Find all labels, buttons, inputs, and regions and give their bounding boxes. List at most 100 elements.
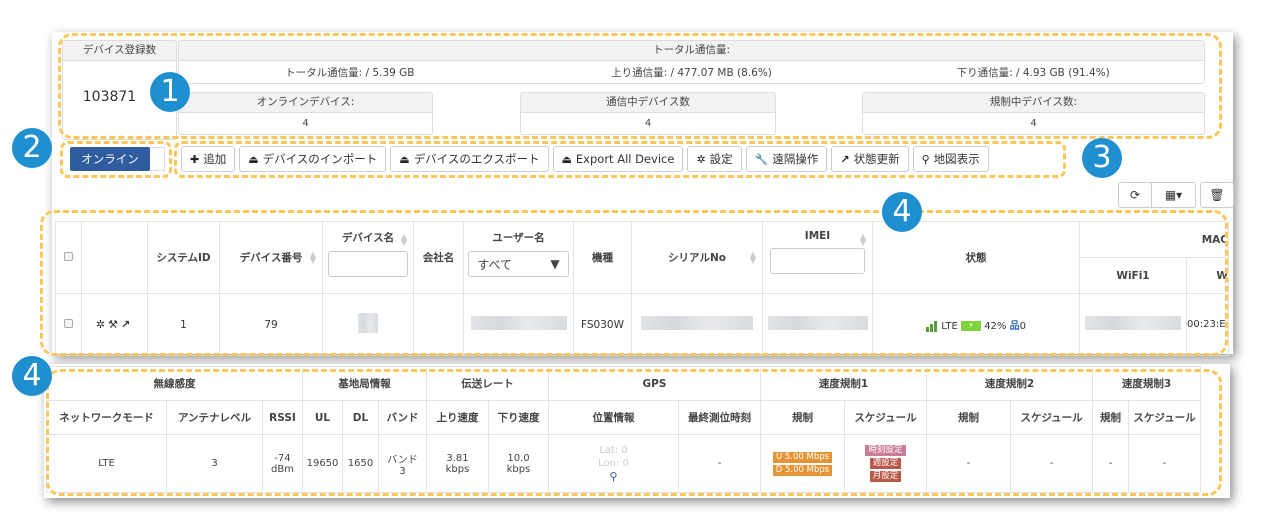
caret-down-icon: ▼ bbox=[550, 257, 560, 271]
online-devices-label: オンラインデバイス: bbox=[179, 93, 432, 113]
external-link-icon[interactable]: ↗ bbox=[121, 318, 133, 331]
select-all-checkbox[interactable] bbox=[64, 251, 73, 261]
band-label: バンド bbox=[387, 454, 418, 466]
communicating-devices-label: 通信中デバイス数 bbox=[521, 93, 775, 113]
device-no-header[interactable]: デバイス番号 ▲ ▼ bbox=[219, 221, 323, 294]
map-marker-icon[interactable]: ⚲ bbox=[549, 470, 678, 483]
serial-cell bbox=[631, 293, 763, 356]
schedule2-header: スケジュール bbox=[1010, 400, 1093, 435]
map-view-button[interactable]: ⚲ 地図表示 bbox=[912, 146, 989, 172]
refresh-button[interactable]: ⟳ bbox=[1118, 182, 1152, 208]
imei-filter[interactable] bbox=[769, 248, 866, 274]
month-schedule-badge[interactable]: 月設定 bbox=[869, 471, 902, 482]
ul-cell: 19650 bbox=[302, 434, 343, 493]
settings-button[interactable]: ✲ 設定 bbox=[687, 146, 742, 172]
add-button[interactable]: ✚ 追加 bbox=[181, 146, 236, 172]
refresh-icon: ⟳ bbox=[1129, 188, 1141, 202]
map-view-label: 地図表示 bbox=[933, 152, 980, 166]
band-value: 3 bbox=[399, 465, 406, 477]
down-speed-header: 下り速度 bbox=[488, 400, 549, 435]
signal-icon bbox=[926, 321, 938, 332]
delete-button[interactable]: 🗑 bbox=[1200, 182, 1234, 208]
actions-header bbox=[81, 221, 148, 294]
down-speed-unit: kbps bbox=[506, 463, 531, 475]
up-speed-value: 3.81 bbox=[446, 452, 469, 464]
up-speed-header: 上り速度 bbox=[426, 400, 489, 435]
connected-clients: 0 bbox=[1019, 321, 1026, 332]
row-checkbox[interactable] bbox=[64, 318, 73, 328]
location-cell: Lat: 0 Lon: 0 ⚲ bbox=[548, 434, 679, 493]
wifi2-header: W bbox=[1186, 257, 1229, 294]
serial-header[interactable]: シリアルNo ▲ ▼ bbox=[631, 221, 763, 294]
online-filter-toggle[interactable] bbox=[150, 147, 165, 171]
wrench-icon: 🔧 bbox=[754, 152, 769, 166]
device-no-label: デバイス番号 bbox=[239, 252, 303, 264]
grid-icon: ▦▾ bbox=[1164, 188, 1183, 202]
redacted-serial bbox=[641, 316, 753, 330]
callout-badge-1: 1 bbox=[150, 72, 190, 112]
settings-label: 設定 bbox=[709, 152, 733, 166]
callout-badge-4a: 4 bbox=[882, 192, 922, 232]
user-filter-value: すべて bbox=[477, 257, 513, 272]
throttled-devices-label: 規制中デバイス数: bbox=[863, 93, 1204, 113]
import-devices-button[interactable]: ⏏ デバイスのインポート bbox=[239, 146, 387, 172]
last-fix-header: 最終測位時刻 bbox=[678, 400, 761, 435]
gear-icon[interactable]: ✲ bbox=[96, 318, 108, 331]
schedule1-header: スケジュール bbox=[844, 400, 927, 435]
sort-icon[interactable]: ▲ ▼ bbox=[310, 251, 316, 265]
online-devices-value: 4 bbox=[302, 118, 309, 129]
status-cell: LTE ⚡ 42% 品0 bbox=[872, 293, 1080, 356]
time-schedule-badge[interactable]: 時刻設定 bbox=[865, 445, 906, 456]
export-devices-button[interactable]: ⏏ デバイスのエクスポート bbox=[390, 146, 549, 172]
sort-icon[interactable]: ▲ ▼ bbox=[750, 251, 756, 265]
network-mode-header: ネットワークモード bbox=[46, 400, 167, 435]
schedule1-cell: 時刻設定週設定月設定 bbox=[844, 434, 927, 493]
upload-limit-badge: U 5.00 Mbps bbox=[772, 451, 833, 463]
status-update-label: 状態更新 bbox=[853, 152, 900, 166]
select-all-cell[interactable] bbox=[55, 221, 82, 294]
export-all-button[interactable]: ⏏ Export All Device bbox=[552, 146, 684, 172]
group-radio-sensitivity: 無線感度 bbox=[46, 366, 303, 401]
network-mode-cell: LTE bbox=[46, 434, 167, 493]
sort-icon[interactable]: ▲ ▼ bbox=[860, 233, 866, 247]
columns-toggle-button[interactable]: ▦▾ bbox=[1152, 182, 1196, 208]
detail-row: LTE 3 -74 dBm 19650 1650 バンド 3 3.81 kbps 10… bbox=[46, 434, 1201, 493]
mac-header: MAC bbox=[1079, 221, 1229, 258]
online-filter-button[interactable]: オンライン bbox=[70, 147, 150, 171]
redacted-mac bbox=[1085, 316, 1181, 330]
add-label: 追加 bbox=[203, 152, 227, 166]
toolbar: ✚ 追加 ⏏ デバイスのインポート ⏏ デバイスのエクスポート ⏏ Export All… bbox=[181, 146, 989, 172]
antenna-level-header: アンテナレベル bbox=[166, 400, 263, 435]
status-update-button[interactable]: ↗ 状態更新 bbox=[831, 146, 909, 172]
throttled-devices-panel: 規制中デバイス数: 4 bbox=[862, 92, 1205, 135]
company-header: 会社名 bbox=[413, 221, 464, 294]
model-header: 機種 bbox=[573, 221, 632, 294]
user-name-filter[interactable]: すべて ▼ bbox=[468, 251, 569, 277]
week-schedule-badge[interactable]: 週設定 bbox=[869, 458, 902, 469]
schedule2-cell: - bbox=[1010, 434, 1093, 493]
upload-traffic: 上り通信量: / 477.07 MB (8.6%) bbox=[611, 66, 772, 79]
import-label: デバイスのインポート bbox=[262, 152, 378, 166]
network-clients-icon: 品 bbox=[1009, 321, 1020, 332]
wrench-icon[interactable]: ⚒ bbox=[108, 318, 121, 331]
sort-icon[interactable]: ▲ ▼ bbox=[401, 233, 407, 247]
table-row[interactable]: ✲⚒↗ 1 79 FS030W LTE ⚡ 42% 品0 00:23:E bbox=[55, 293, 1229, 356]
rssi-header: RSSI bbox=[262, 400, 303, 435]
callout-badge-4b: 4 bbox=[12, 356, 52, 396]
group-speed-limit-3: 速度規制3 bbox=[1092, 366, 1201, 401]
model-cell: FS030W bbox=[573, 293, 632, 356]
map-marker-icon: ⚲ bbox=[921, 152, 930, 166]
imei-header: IMEI ▲ ▼ bbox=[762, 221, 873, 294]
redacted-user-name bbox=[470, 316, 567, 330]
remote-control-button[interactable]: 🔧 遠隔操作 bbox=[745, 146, 828, 172]
limit3-header: 規制 bbox=[1092, 400, 1129, 435]
device-name-label: デバイス名 bbox=[341, 232, 395, 244]
latitude: Lat: 0 bbox=[599, 445, 628, 456]
wifi1-mac-cell bbox=[1079, 293, 1187, 356]
user-name-header: ユーザー名 すべて ▼ bbox=[463, 221, 574, 294]
group-base-station: 基地局情報 bbox=[302, 366, 427, 401]
band-cell: バンド 3 bbox=[378, 434, 427, 493]
device-name-filter[interactable] bbox=[328, 251, 408, 277]
imei-label: IMEI bbox=[804, 230, 831, 242]
row-select-cell[interactable] bbox=[55, 293, 82, 356]
